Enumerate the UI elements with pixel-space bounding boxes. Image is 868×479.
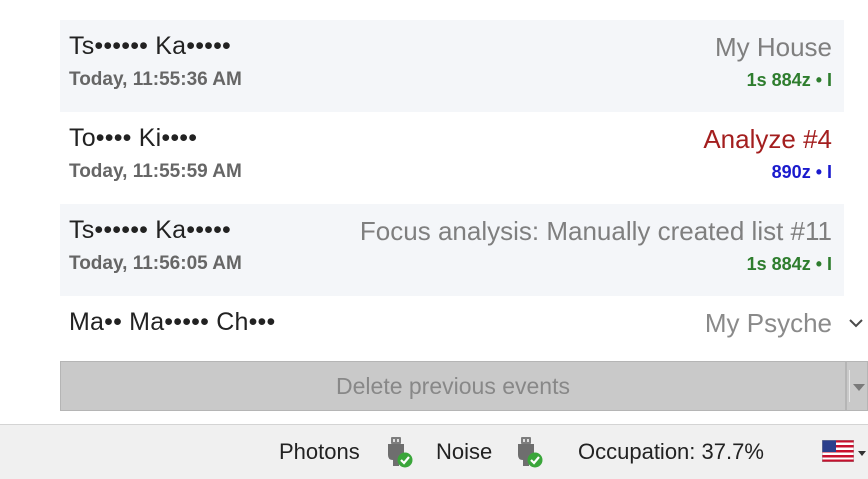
event-row[interactable]: Ma•• Ma••••• Ch••• My Psyche [60,296,844,345]
event-title: Focus analysis: Manually created list #1… [359,216,832,246]
photons-label: Photons [279,439,360,464]
event-title: My Psyche [704,308,832,338]
event-user-name: Ts•••••• Ka••••• [69,216,232,244]
event-title: My House [714,32,832,62]
event-meta: 890z • I [771,162,832,182]
scroll-down-chevron-icon[interactable] [848,316,864,330]
status-bar: Photons Noise Occupation: 37.7% [0,424,868,479]
dropdown-separator [849,370,850,402]
delete-previous-events-button[interactable]: Delete previous events [60,361,846,411]
event-title: Analyze #4 [703,124,832,154]
event-timestamp: Today, 11:56:05 AM [69,253,242,274]
photons-connector-ok-icon[interactable] [382,435,414,469]
event-row[interactable]: To•••• Ki•••• Today, 11:55:59 AM Analyze… [60,112,844,204]
event-timestamp: Today, 11:55:59 AM [69,161,242,182]
event-user-name: To•••• Ki•••• [69,124,198,152]
event-list: Ts•••••• Ka••••• Today, 11:55:36 AM My H… [60,0,844,345]
event-user-name: Ts•••••• Ka••••• [69,32,232,60]
event-meta: 1s 884z • I [746,70,832,90]
noise-label: Noise [436,439,493,464]
event-row-previous[interactable] [60,0,844,20]
event-row[interactable]: Ts•••••• Ka••••• Today, 11:55:36 AM My H… [60,20,844,112]
event-row[interactable]: Ts•••••• Ka••••• Today, 11:56:05 AM Focu… [60,204,844,296]
event-list-scrollbar[interactable] [844,0,868,345]
event-user-name: Ma•• Ma••••• Ch••• [69,308,276,336]
noise-connector-ok-icon[interactable] [512,435,544,469]
event-meta: 1s 884z • I [746,254,832,274]
event-timestamp: Today, 11:55:36 AM [69,69,242,90]
us-flag-language-icon[interactable] [822,440,854,462]
delete-options-dropdown[interactable] [846,361,868,411]
chevron-down-icon [853,384,865,391]
language-dropdown-caret-icon[interactable] [858,451,866,456]
occupation-readout: Occupation: 37.7% [578,439,764,464]
